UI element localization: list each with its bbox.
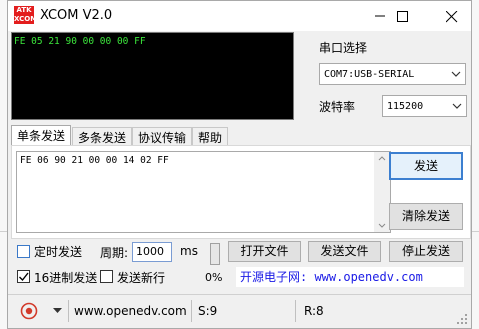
scrollbar-arrows-icon: [378, 156, 386, 228]
checkmark-icon: [19, 272, 29, 282]
maximize-icon: [397, 11, 408, 22]
send-textarea[interactable]: FE 06 90 21 00 00 14 02 FF: [16, 151, 391, 233]
status-separator: [191, 300, 192, 322]
record-icon[interactable]: [20, 302, 38, 320]
clear-send-button[interactable]: 清除发送: [389, 203, 463, 230]
status-bar: www.openedv.com S:9 R:8: [8, 294, 471, 328]
baud-value: 115200: [387, 101, 424, 112]
resize-grip-icon[interactable]: [456, 313, 468, 325]
tab-single-send[interactable]: 单条发送: [11, 125, 72, 146]
close-button[interactable]: [433, 1, 469, 31]
title-bar: ATK XCOM XCOM V2.0: [8, 1, 471, 31]
baud-label: 波特率: [319, 100, 356, 114]
send-newline-checkbox[interactable]: [100, 270, 113, 283]
receive-textarea[interactable]: FE 05 21 90 00 00 00 FF: [11, 32, 294, 120]
chevron-down-icon: [451, 71, 461, 77]
chevron-down-icon: [452, 103, 462, 109]
timed-send-checkbox[interactable]: [17, 245, 30, 258]
port-value: COM7:USB-SERIAL: [324, 69, 415, 80]
send-scrollbar[interactable]: [374, 152, 390, 232]
stop-send-button[interactable]: 停止发送: [389, 241, 463, 262]
baud-select[interactable]: 115200: [382, 95, 467, 117]
progress-slider[interactable]: [210, 243, 220, 265]
window-title: XCOM V2.0: [40, 8, 113, 23]
send-newline-label: 发送新行: [117, 271, 166, 285]
send-file-button[interactable]: 发送文件: [308, 241, 381, 262]
progress-percent: 0%: [205, 271, 223, 284]
status-url[interactable]: www.openedv.com: [74, 304, 187, 318]
hex-send-checkbox[interactable]: [17, 270, 30, 283]
period-label: 周期:: [100, 246, 129, 260]
close-icon: [446, 11, 458, 23]
period-unit: ms: [180, 244, 198, 258]
status-separator: [295, 300, 296, 322]
dropdown-arrow-icon[interactable]: [53, 308, 62, 314]
status-received-count: R:8: [304, 304, 324, 318]
status-sent-count: S:9: [198, 304, 218, 318]
tab-help[interactable]: 帮助: [192, 127, 229, 145]
send-button[interactable]: 发送: [389, 152, 463, 180]
port-select[interactable]: COM7:USB-SERIAL: [319, 63, 466, 85]
hex-send-label: 16进制发送: [34, 271, 98, 285]
tab-multi-send[interactable]: 多条发送: [72, 127, 133, 145]
xcom-window: ATK XCOM XCOM V2.0 FE 05 21 90 00 00 00 F…: [7, 0, 472, 329]
open-file-button[interactable]: 打开文件: [228, 241, 301, 262]
maximize-button[interactable]: [384, 1, 420, 31]
port-label: 串口选择: [319, 41, 368, 55]
tab-protocol[interactable]: 协议传输: [132, 127, 193, 145]
website-banner[interactable]: 开源电子网: www.openedv.com: [236, 267, 464, 287]
period-input[interactable]: 1000: [132, 242, 172, 262]
status-separator: [68, 300, 69, 322]
app-logo: ATK XCOM: [14, 6, 38, 24]
timed-send-label: 定时发送: [34, 245, 83, 259]
